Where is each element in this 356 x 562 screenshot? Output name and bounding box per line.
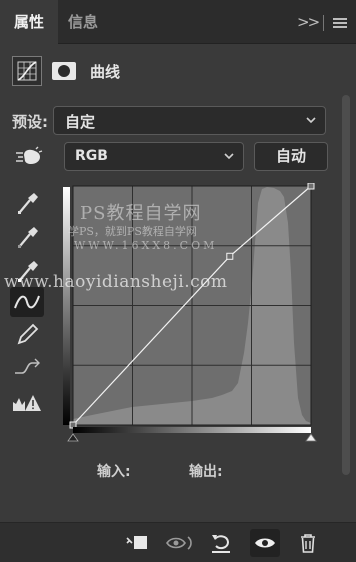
toggle-visibility-button[interactable] xyxy=(250,529,280,557)
curve-tools xyxy=(0,185,56,425)
curve-control-point[interactable] xyxy=(307,183,315,190)
input-output-row: 输入: 输出: xyxy=(0,458,356,482)
preset-dropdown[interactable]: 自定 xyxy=(53,106,326,135)
clipping-warning-icon[interactable] xyxy=(10,387,44,417)
watermark-subtitle: 学PS，就到PS教程自学网 xyxy=(68,225,197,238)
gray-point-eyedropper-icon[interactable] xyxy=(10,221,44,251)
channel-value: RGB xyxy=(75,148,108,164)
divider xyxy=(323,15,324,31)
pencil-icon[interactable] xyxy=(10,319,44,349)
layer-mask-icon[interactable] xyxy=(52,62,76,80)
view-previous-state-icon[interactable] xyxy=(164,529,194,557)
white-point-slider[interactable] xyxy=(305,433,317,442)
curves-graph[interactable]: PS教程自学网 学PS，就到PS教程自学网 WWW.16XX8.COM xyxy=(62,183,324,448)
panel-title: 曲线 xyxy=(90,63,121,81)
input-gradient-bar xyxy=(73,427,311,433)
output-label: 输出: xyxy=(189,464,223,480)
trash-icon[interactable] xyxy=(293,529,323,557)
clip-to-layer-icon[interactable] xyxy=(122,529,152,557)
preset-row: 预设: 自定 xyxy=(0,106,340,136)
eye-icon xyxy=(255,538,275,548)
curve-control-point[interactable] xyxy=(226,252,234,260)
target-adjustment-hand-icon[interactable] xyxy=(14,146,44,168)
input-label: 输入: xyxy=(97,464,131,480)
reset-icon[interactable] xyxy=(206,529,236,557)
preset-label: 预设: xyxy=(12,113,48,131)
panel-footer xyxy=(0,522,356,562)
channel-dropdown[interactable]: RGB xyxy=(64,142,244,171)
watermark-site: www.haoyidiansheji.com xyxy=(4,272,228,292)
watermark-url: WWW.16XX8.COM xyxy=(74,239,218,252)
channel-row: RGB 自动 xyxy=(0,141,340,173)
scrollbar-thumb[interactable] xyxy=(342,95,350,475)
chevron-down-icon xyxy=(306,117,316,124)
auto-button[interactable]: 自动 xyxy=(254,142,328,171)
chevron-down-icon xyxy=(224,153,234,160)
panel-menu-icon[interactable] xyxy=(333,18,347,28)
black-point-slider[interactable] xyxy=(67,433,79,442)
panel-tab-bar: 属性 信息 >> xyxy=(0,0,356,44)
collapse-panel-icon[interactable]: >> xyxy=(297,13,320,31)
tab-properties[interactable]: 属性 xyxy=(0,0,58,44)
watermark-title: PS教程自学网 xyxy=(80,203,202,224)
preset-value: 自定 xyxy=(65,113,96,131)
smooth-curve-icon[interactable] xyxy=(10,353,44,383)
black-point-eyedropper-icon[interactable] xyxy=(10,187,44,217)
curves-adjustment-icon[interactable] xyxy=(12,56,42,86)
panel-header: 曲线 xyxy=(0,48,356,96)
tab-info[interactable]: 信息 xyxy=(68,0,108,44)
